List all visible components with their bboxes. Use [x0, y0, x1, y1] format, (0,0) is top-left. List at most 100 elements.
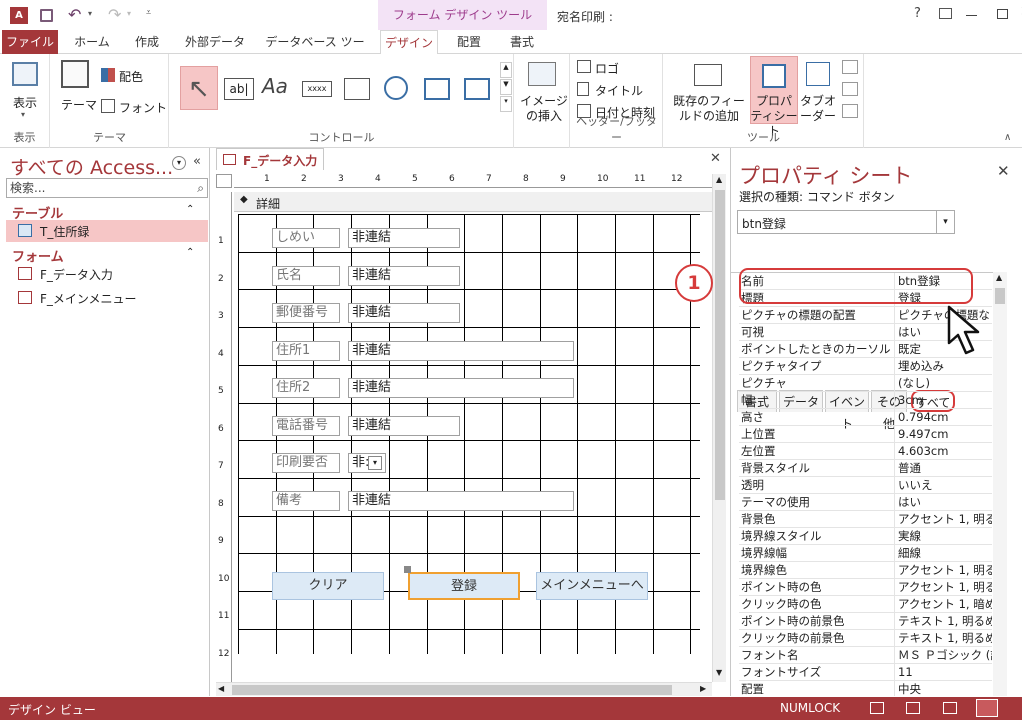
- prop-scroll-up-icon[interactable]: ▲: [996, 273, 1002, 282]
- property-row[interactable]: 境界線スタイル 実線: [739, 528, 992, 545]
- property-row[interactable]: クリック時の前景色 テキスト 1, 明るめ 2: [739, 630, 992, 647]
- logo-button[interactable]: ロゴ: [595, 60, 619, 77]
- field-textbox[interactable]: 非連結: [348, 303, 460, 323]
- layout-view-icon[interactable]: [943, 702, 957, 714]
- tab-arrange[interactable]: 配置: [446, 30, 492, 54]
- textbox-control-icon[interactable]: Aa: [262, 74, 288, 98]
- gallery-scroll-down-icon[interactable]: ▼: [500, 79, 512, 95]
- tab-order-button[interactable]: タブオーダー: [800, 94, 836, 124]
- property-value[interactable]: テキスト 1, 明るめ 2: [894, 630, 992, 646]
- nav-group-forms-collapse-icon[interactable]: ⌃: [186, 247, 194, 258]
- subform-icon[interactable]: [842, 60, 858, 74]
- button-control-icon[interactable]: xxxx: [302, 81, 332, 97]
- logo-icon[interactable]: [577, 60, 591, 73]
- nav-item-table[interactable]: T_住所録: [6, 220, 208, 242]
- hscroll-left-icon[interactable]: ◀: [218, 684, 224, 693]
- design-view-icon[interactable]: [976, 699, 998, 717]
- property-row[interactable]: 境界線色 アクセント 1, 明るめ: [739, 562, 992, 579]
- property-value[interactable]: 3cm: [894, 392, 992, 408]
- property-value[interactable]: 埋め込み: [894, 358, 992, 374]
- property-row[interactable]: 境界線幅 細線: [739, 545, 992, 562]
- tab-home[interactable]: ホーム: [64, 30, 120, 54]
- add-fields-button[interactable]: 既存のフィールドの追加: [668, 94, 750, 124]
- tab-format[interactable]: 書式: [500, 30, 544, 54]
- horizontal-scrollbar[interactable]: ◀ ▶: [216, 682, 712, 696]
- undo-icon[interactable]: ↶: [68, 5, 81, 24]
- property-value[interactable]: 実線: [894, 528, 992, 544]
- fonts-icon[interactable]: [101, 99, 115, 113]
- property-row[interactable]: 上位置 9.497cm: [739, 426, 992, 443]
- search-icon[interactable]: ⌕: [197, 179, 204, 197]
- ribbon-display-icon[interactable]: [939, 8, 952, 19]
- field-label[interactable]: 郵便番号: [272, 303, 340, 323]
- insert-image-button[interactable]: イメージの挿入: [519, 94, 569, 124]
- help-button[interactable]: ?: [914, 6, 921, 21]
- property-value[interactable]: アクセント 1, 明るめ: [894, 511, 992, 527]
- add-fields-icon[interactable]: [694, 64, 722, 86]
- nav-item-form-2[interactable]: F_メインメニュー: [6, 287, 208, 309]
- nav-item-form-1[interactable]: F_データ入力: [6, 263, 208, 285]
- property-row[interactable]: フォントサイズ 11: [739, 664, 992, 681]
- image-icon[interactable]: [528, 62, 556, 86]
- theme-icon[interactable]: [61, 60, 89, 88]
- field-textbox[interactable]: 非連結: [348, 265, 460, 286]
- combo-dropdown-icon[interactable]: ▾: [368, 456, 382, 470]
- form-detail-grid[interactable]: しめい 非連結 氏名 非連結 郵便番号 非連結 住所1 非連結 住所2 非連結 電話番号 非連結 印刷要…: [238, 214, 700, 654]
- tab-external-data[interactable]: 外部データ: [180, 30, 250, 54]
- field-textbox[interactable]: 非連結: [348, 415, 460, 436]
- nav-group-tables-collapse-icon[interactable]: ⌃: [186, 204, 194, 215]
- close-document-icon[interactable]: ✕: [710, 151, 721, 166]
- field-label[interactable]: 住所2: [272, 378, 340, 398]
- nav-search-input[interactable]: 検索... ⌕: [6, 178, 208, 198]
- view-code-icon[interactable]: [842, 82, 858, 96]
- property-value[interactable]: はい: [894, 494, 992, 510]
- field-label[interactable]: 印刷要否: [272, 453, 340, 473]
- property-sheet-icon[interactable]: [762, 64, 786, 88]
- gallery-scroll-up-icon[interactable]: ▲: [500, 62, 512, 78]
- view-icon[interactable]: [12, 62, 38, 86]
- property-value[interactable]: 中央: [894, 681, 992, 696]
- section-bar-detail[interactable]: ◆ 詳細: [234, 192, 712, 212]
- title-button[interactable]: タイトル: [595, 82, 643, 99]
- property-row[interactable]: 背景色 アクセント 1, 明るめ: [739, 511, 992, 528]
- web-browser-control-icon[interactable]: [424, 78, 450, 100]
- property-value[interactable]: アクセント 1, 明るめ: [894, 562, 992, 578]
- themes-button[interactable]: テーマ: [61, 96, 97, 113]
- property-value[interactable]: 0.794cm: [894, 409, 992, 425]
- collapse-ribbon-icon[interactable]: ∧: [1004, 132, 1011, 143]
- property-row[interactable]: ポイント時の色 アクセント 1, 明るめ: [739, 579, 992, 596]
- field-textbox[interactable]: 非連結: [348, 228, 460, 248]
- clear-button[interactable]: クリア: [272, 572, 384, 600]
- property-value[interactable]: いいえ: [894, 477, 992, 493]
- tab-create[interactable]: 作成: [122, 30, 172, 54]
- property-value[interactable]: 普通: [894, 460, 992, 476]
- property-value[interactable]: (なし): [894, 375, 992, 391]
- property-row[interactable]: 左位置 4.603cm: [739, 443, 992, 460]
- property-row[interactable]: フォント名 ＭＳ Ｐゴシック (詳細): [739, 647, 992, 664]
- register-button[interactable]: 登録: [408, 572, 520, 600]
- property-value[interactable]: 細線: [894, 545, 992, 561]
- field-textbox[interactable]: 非連結: [348, 490, 574, 511]
- property-scrollbar[interactable]: ▲: [993, 272, 1007, 696]
- convert-macros-icon[interactable]: [842, 104, 858, 118]
- hyperlink-globe-icon[interactable]: [384, 76, 408, 100]
- minimize-button[interactable]: [966, 15, 977, 16]
- property-row[interactable]: 透明 いいえ: [739, 477, 992, 494]
- colors-icon[interactable]: [101, 68, 115, 82]
- property-value[interactable]: 4.603cm: [894, 443, 992, 459]
- select-pointer-icon[interactable]: ↖: [180, 66, 218, 110]
- property-value[interactable]: ＭＳ Ｐゴシック (詳細): [894, 647, 992, 663]
- fonts-button[interactable]: フォント: [119, 99, 167, 116]
- close-property-sheet-icon[interactable]: ✕: [997, 162, 1010, 180]
- view-button[interactable]: 表示: [13, 94, 37, 111]
- vscroll-down-icon[interactable]: ▼: [716, 668, 722, 677]
- form-view-icon[interactable]: [870, 702, 884, 714]
- title-icon[interactable]: [577, 82, 589, 96]
- gallery-more-icon[interactable]: ▾: [500, 96, 512, 112]
- property-row[interactable]: 高さ 0.794cm: [739, 409, 992, 426]
- menu-button[interactable]: メインメニューへ: [536, 572, 648, 600]
- field-textbox[interactable]: 非連結: [348, 378, 574, 398]
- tab-order-icon[interactable]: [806, 62, 830, 86]
- hscroll-thumb[interactable]: [232, 685, 672, 695]
- customize-qat-icon[interactable]: ⩡: [146, 8, 151, 18]
